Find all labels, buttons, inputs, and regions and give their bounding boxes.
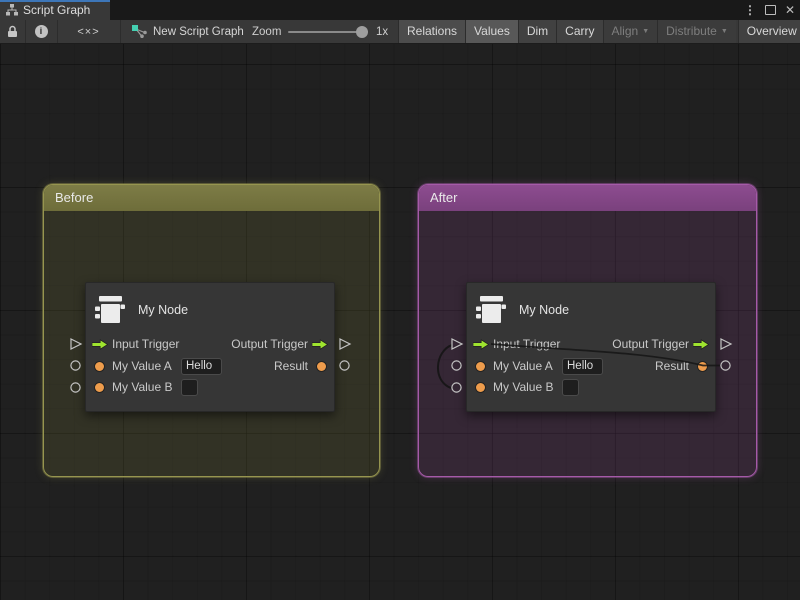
graph-canvas[interactable]: Before After My Node Input Trigger Outpu… bbox=[0, 44, 800, 600]
relations-toggle[interactable]: Relations bbox=[398, 20, 465, 43]
window-menu-icon[interactable]: ⋮ bbox=[744, 0, 756, 20]
value-b-label: My Value B bbox=[112, 377, 172, 398]
output-trigger-label: Output Trigger bbox=[231, 334, 308, 355]
graph-hierarchy-icon bbox=[6, 4, 18, 16]
my-node-after[interactable]: My Node Input Trigger Output Trigger My … bbox=[466, 282, 716, 412]
zoom-value: 1x bbox=[376, 20, 388, 43]
window-controls: ⋮ ✕ bbox=[744, 0, 795, 20]
result-port[interactable] bbox=[698, 362, 707, 371]
value-a-row: My Value A Hello Result bbox=[86, 356, 334, 377]
node-header: My Node bbox=[86, 283, 334, 323]
input-trigger-port[interactable] bbox=[473, 339, 489, 350]
graph-toolbar: i <×> New Script Graph Zoom 1x Relations… bbox=[0, 20, 800, 44]
lock-button[interactable] bbox=[0, 20, 25, 43]
zoom-label: Zoom bbox=[252, 20, 281, 43]
value-a-row: My Value A Hello Result bbox=[467, 356, 715, 377]
graph-breadcrumb[interactable]: New Script Graph bbox=[128, 20, 248, 43]
my-node-before[interactable]: My Node Input Trigger Output Trigger My … bbox=[85, 282, 335, 412]
value-b-port[interactable] bbox=[95, 383, 104, 392]
tab-script-graph[interactable]: Script Graph bbox=[0, 0, 110, 20]
script-graph-window: Script Graph ⋮ ✕ i <×> bbox=[0, 0, 800, 600]
toolbar-toggle-buttons: Relations Values Dim Carry Align▼ Distri… bbox=[398, 20, 800, 43]
value-a-input[interactable]: Hello bbox=[562, 358, 603, 375]
value-a-label: My Value A bbox=[493, 356, 553, 377]
value-b-row: My Value B bbox=[467, 377, 715, 398]
code-icon: <×> bbox=[77, 26, 99, 38]
trigger-row: Input Trigger Output Trigger bbox=[467, 334, 715, 355]
code-preview-button[interactable]: <×> bbox=[57, 20, 120, 43]
dim-toggle[interactable]: Dim bbox=[518, 20, 556, 43]
trigger-row: Input Trigger Output Trigger bbox=[86, 334, 334, 355]
result-port[interactable] bbox=[317, 362, 326, 371]
unit-node-icon bbox=[95, 296, 125, 323]
node-title: My Node bbox=[138, 303, 188, 317]
carry-toggle[interactable]: Carry bbox=[556, 20, 602, 43]
graph-name-label: New Script Graph bbox=[153, 26, 244, 38]
output-trigger-label: Output Trigger bbox=[612, 334, 689, 355]
value-a-label: My Value A bbox=[112, 356, 172, 377]
output-trigger-port[interactable] bbox=[312, 339, 328, 350]
maximize-icon[interactable] bbox=[765, 5, 776, 15]
value-a-input[interactable]: Hello bbox=[181, 358, 222, 375]
unit-node-icon bbox=[476, 296, 506, 323]
info-icon: i bbox=[35, 25, 48, 38]
group-after-header[interactable]: After bbox=[419, 185, 756, 211]
value-b-row: My Value B bbox=[86, 377, 334, 398]
zoom-slider-handle[interactable] bbox=[356, 26, 368, 38]
value-a-port[interactable] bbox=[476, 362, 485, 371]
value-a-port[interactable] bbox=[95, 362, 104, 371]
value-b-input[interactable] bbox=[181, 379, 198, 396]
result-label: Result bbox=[655, 356, 689, 377]
input-trigger-label: Input Trigger bbox=[493, 334, 560, 355]
tab-title: Script Graph bbox=[23, 3, 90, 17]
node-header: My Node bbox=[467, 283, 715, 323]
overview-button[interactable]: Overview bbox=[738, 20, 800, 43]
input-trigger-port[interactable] bbox=[92, 339, 108, 350]
close-icon[interactable]: ✕ bbox=[785, 0, 795, 20]
distribute-dropdown[interactable]: Distribute▼ bbox=[657, 20, 736, 43]
value-b-input[interactable] bbox=[562, 379, 579, 396]
result-label: Result bbox=[274, 356, 308, 377]
chevron-down-icon: ▼ bbox=[721, 20, 728, 43]
value-b-port[interactable] bbox=[476, 383, 485, 392]
lock-icon bbox=[7, 25, 18, 38]
info-button[interactable]: i bbox=[25, 20, 57, 43]
group-before-header[interactable]: Before bbox=[44, 185, 379, 211]
align-dropdown[interactable]: Align▼ bbox=[603, 20, 658, 43]
value-b-label: My Value B bbox=[493, 377, 553, 398]
input-trigger-label: Input Trigger bbox=[112, 334, 179, 355]
output-trigger-port[interactable] bbox=[693, 339, 709, 350]
node-title: My Node bbox=[519, 303, 569, 317]
chevron-down-icon: ▼ bbox=[642, 20, 649, 43]
title-bar: Script Graph ⋮ ✕ bbox=[0, 0, 800, 20]
toolbar-separator bbox=[120, 20, 121, 43]
graph-asset-icon bbox=[132, 25, 147, 38]
values-toggle[interactable]: Values bbox=[465, 20, 518, 43]
